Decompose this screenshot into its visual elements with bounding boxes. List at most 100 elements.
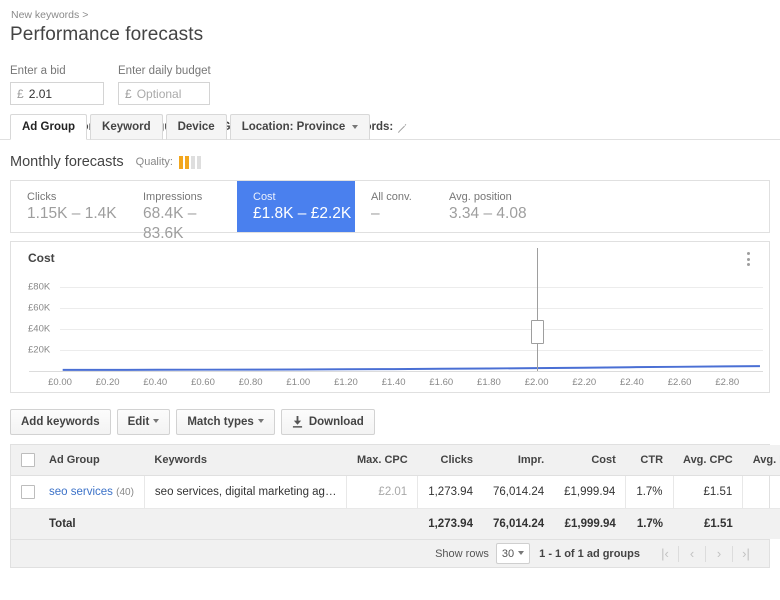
column-header-avg-pos[interactable]: Avg. Pos. — [742, 445, 780, 476]
metric-value-cost: £1.8K – £2.2K — [253, 205, 352, 222]
ad-group-keyword-count: (40) — [116, 487, 134, 498]
page-header: New keywords > Performance forecasts Ent… — [0, 0, 780, 140]
tab-location-province-label: Location: Province — [241, 121, 346, 133]
budget-label: Enter daily budget — [118, 65, 211, 77]
metric-card-avg-position[interactable]: Avg. position 3.34 – 4.08 — [433, 181, 573, 232]
cell-max-cpc[interactable]: £2.01 — [346, 475, 418, 509]
metric-label-impressions: Impressions — [143, 191, 203, 203]
metric-card-clicks[interactable]: Clicks 1.15K – 1.4K — [11, 181, 127, 232]
tab-device[interactable]: Device — [165, 114, 227, 140]
column-header-max-cpc[interactable]: Max. CPC — [346, 445, 418, 476]
add-keywords-button[interactable]: Add keywords — [10, 409, 111, 435]
metric-value-all-conv: – — [371, 205, 380, 222]
cell-avg-cpc: £1.51 — [672, 475, 743, 509]
bid-input-box[interactable]: £ — [10, 82, 104, 105]
ad-group-link[interactable]: seo services — [49, 486, 113, 498]
bid-cursor-line — [536, 248, 538, 371]
chart-title: Cost — [28, 251, 55, 265]
download-button[interactable]: Download — [280, 409, 375, 435]
kebab-dot — [746, 263, 750, 266]
total-max-cpc-cell — [346, 508, 418, 539]
total-spacer-cell — [11, 508, 39, 539]
table-header-row: Ad Group Keywords Max. CPC Clicks Impr. … — [11, 445, 780, 476]
cell-impr: 76,014.24 — [482, 475, 555, 509]
download-label: Download — [308, 416, 364, 428]
budget-field-block: Enter daily budget £ — [118, 64, 211, 105]
forecast-title: Monthly forecasts — [10, 154, 124, 170]
rows-per-page-value: 30 — [501, 547, 515, 560]
metric-card-impressions[interactable]: Impressions 68.4K – 83.6K — [127, 181, 237, 242]
quality-indicator: Quality: — [136, 155, 203, 169]
last-page-button[interactable]: ›| — [732, 545, 759, 562]
download-icon — [292, 416, 303, 428]
column-header-clicks[interactable]: Clicks — [417, 445, 483, 476]
metric-cards: Clicks 1.15K – 1.4K Impressions 68.4K – … — [10, 180, 770, 242]
tab-ad-group-label: Ad Group — [22, 121, 76, 133]
rows-per-page-select[interactable]: 30 — [495, 543, 531, 564]
kebab-dot — [746, 257, 750, 261]
bid-settings-row: Enter a bid £ Enter daily budget £ — [10, 64, 770, 105]
quality-bar-4 — [196, 155, 201, 169]
metric-label-cost: Cost — [253, 191, 276, 203]
table-row[interactable]: seo services (40) seo services, digital … — [11, 475, 780, 509]
budget-input[interactable] — [136, 86, 203, 101]
bid-slider-handle[interactable] — [531, 319, 545, 344]
bid-currency-symbol: £ — [17, 86, 24, 101]
column-header-keywords[interactable]: Keywords — [144, 445, 347, 476]
pagination-range: 1 - 1 of 1 ad groups — [539, 547, 640, 560]
show-rows-label: Show rows — [435, 547, 489, 560]
budget-currency-symbol: £ — [125, 86, 132, 101]
quality-bar-1 — [178, 155, 183, 169]
edit-pencil-icon[interactable] — [397, 123, 408, 134]
metric-label-clicks: Clicks — [27, 191, 57, 203]
column-header-cost[interactable]: Cost — [554, 445, 626, 476]
total-avg-cpc: £1.51 — [673, 508, 743, 539]
match-types-label: Match types — [187, 416, 254, 428]
total-ctr: 1.7% — [625, 508, 674, 539]
table-total-row: Total 1,273.94 76,014.24 £1,999.94 1.7% … — [11, 508, 780, 539]
budget-input-box[interactable]: £ — [118, 82, 210, 105]
bid-input[interactable] — [28, 86, 97, 101]
metric-card-all-conv[interactable]: All conv. – — [355, 181, 433, 232]
pagination-controls: |‹ ‹ › ›| — [652, 545, 759, 562]
metric-card-cost[interactable]: Cost £1.8K – £2.2K — [237, 181, 355, 232]
column-header-ctr[interactable]: CTR — [625, 445, 674, 476]
cell-ctr: 1.7% — [625, 475, 674, 509]
total-cost: £1,999.94 — [554, 508, 626, 539]
next-page-button[interactable]: › — [705, 545, 732, 562]
edit-label: Edit — [127, 416, 150, 428]
bid-label: Enter a bid — [10, 65, 66, 77]
metric-value-avg-position: 3.34 – 4.08 — [449, 205, 527, 222]
select-all-checkbox[interactable] — [21, 453, 35, 467]
breadcrumb[interactable]: New keywords > — [10, 8, 770, 22]
cell-ad-group: seo services (40) — [39, 475, 145, 509]
prev-page-button[interactable]: ‹ — [678, 545, 705, 562]
more-options-icon[interactable] — [741, 250, 755, 268]
edit-button[interactable]: Edit — [116, 409, 171, 435]
chevron-down-icon — [518, 550, 525, 555]
match-types-button[interactable]: Match types — [176, 409, 275, 435]
column-header-ad-group[interactable]: Ad Group — [39, 445, 145, 476]
cell-cost: £1,999.94 — [554, 475, 626, 509]
cell-clicks: 1,273.94 — [417, 475, 483, 509]
tab-location-province[interactable]: Location: Province — [229, 114, 371, 140]
cell-keywords: seo services, digital marketing ag… — [143, 475, 347, 509]
cost-forecast-line — [62, 365, 760, 371]
bid-field-block: Enter a bid £ — [10, 64, 104, 105]
chart-plot-area[interactable]: £20K £40K £60K £80K £0.00 £0.20 £0.40 £0.60 £0.8… — [11, 248, 769, 392]
forecast-heading-row: Monthly forecasts Quality: — [0, 140, 780, 180]
column-header-avg-cpc[interactable]: Avg. CPC — [673, 445, 743, 476]
total-impr: 76,014.24 — [482, 508, 555, 539]
total-clicks: 1,273.94 — [417, 508, 483, 539]
metric-label-all-conv: All conv. — [371, 191, 412, 203]
table-toolbar: Add keywords Edit Match types Download — [10, 409, 770, 435]
tab-keyword[interactable]: Keyword — [90, 114, 163, 140]
total-avg-pos: 3.68 — [742, 508, 780, 539]
first-page-button[interactable]: |‹ — [652, 546, 678, 562]
quality-bars — [178, 155, 203, 169]
row-checkbox[interactable] — [21, 485, 35, 499]
tab-ad-group[interactable]: Ad Group — [10, 114, 88, 140]
kebab-dot — [746, 252, 750, 255]
column-header-impr[interactable]: Impr. — [482, 445, 555, 476]
metric-value-impressions: 68.4K – 83.6K — [143, 205, 197, 242]
